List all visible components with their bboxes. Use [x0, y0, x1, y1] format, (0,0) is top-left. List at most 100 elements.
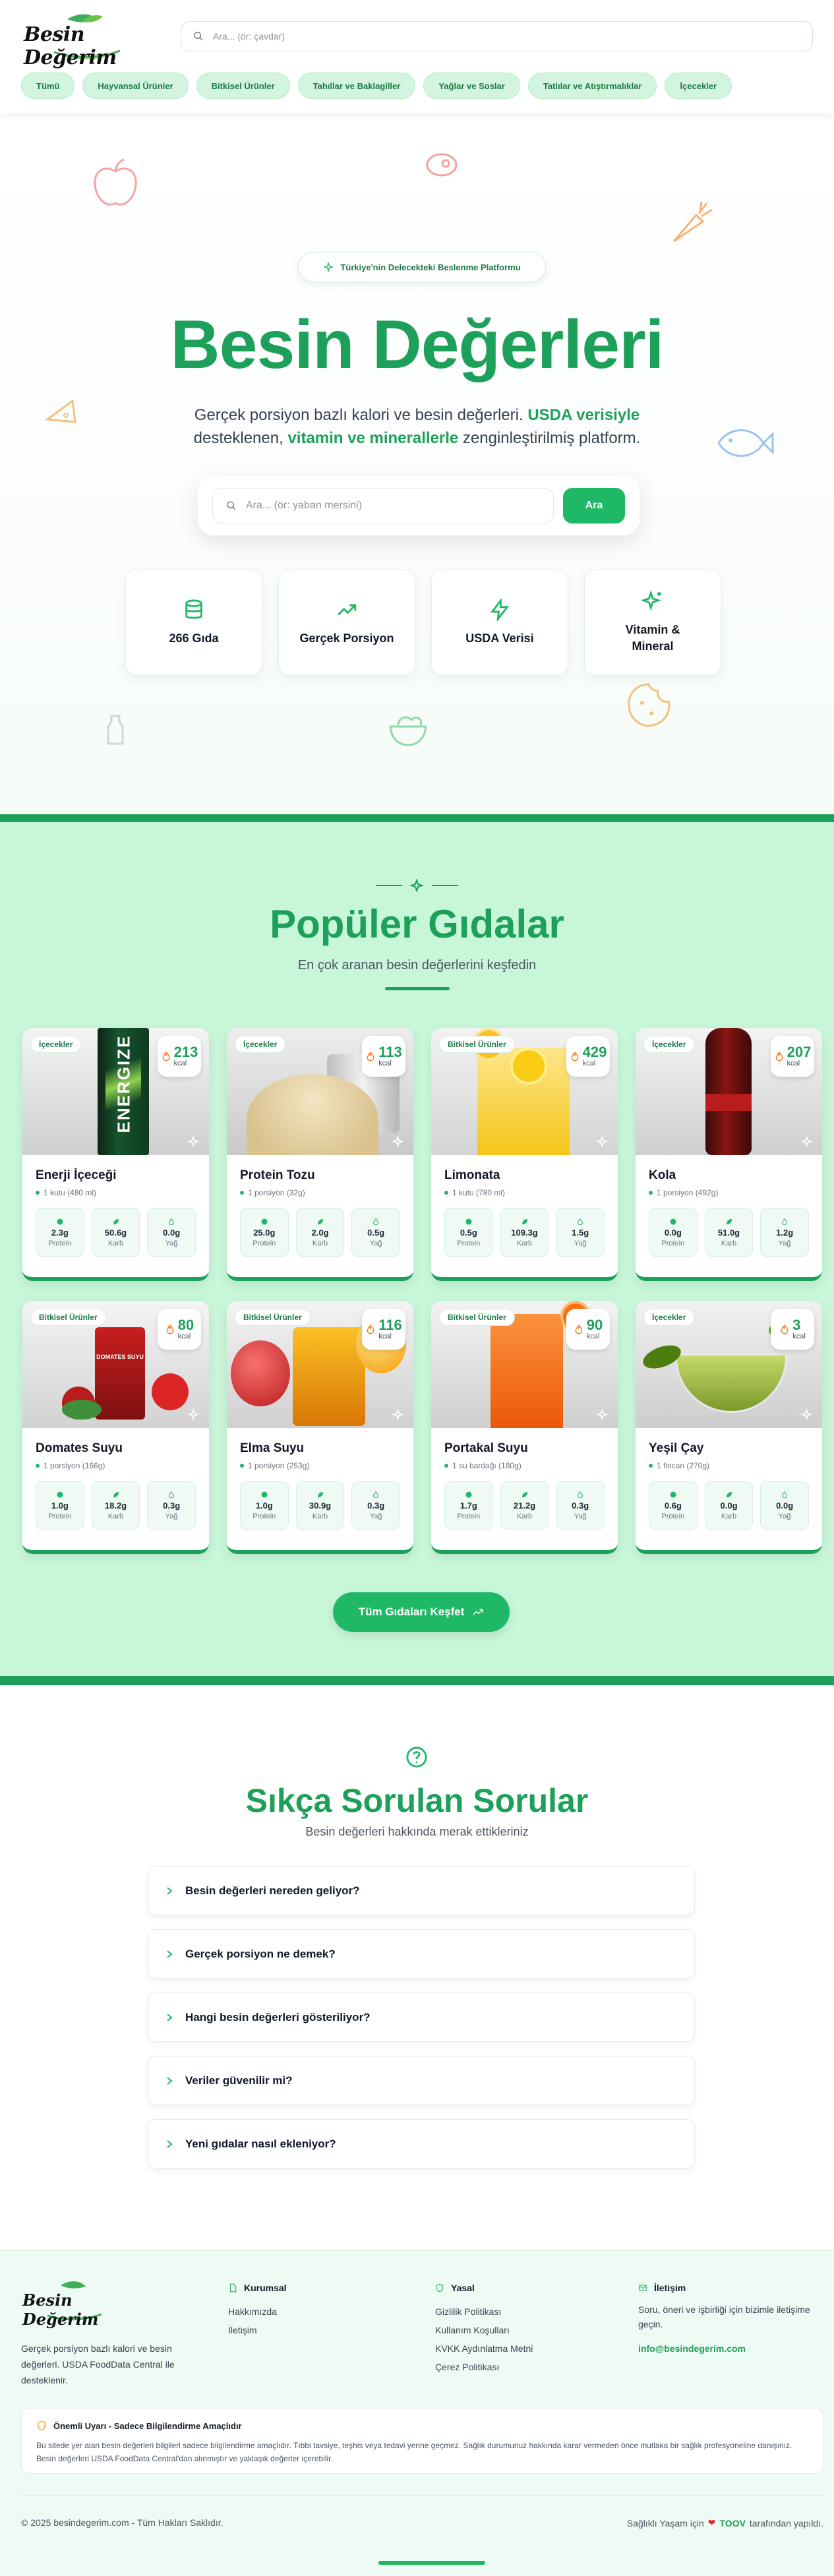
hero-search-button[interactable]: Ara	[563, 488, 625, 524]
category-chip-plant[interactable]: Bitkisel Ürünler	[196, 73, 290, 99]
flame-icon	[571, 1052, 578, 1062]
footer-link-cookies[interactable]: Çerez Politikası	[435, 2358, 533, 2376]
macro-label: Yağ	[369, 1512, 382, 1520]
footer-accent-bar	[378, 2561, 485, 2565]
macro-value: 1.7g	[460, 1500, 477, 1511]
food-card-orange-juice[interactable]: Bitkisel Ürünler 90 kcal Portakal Suyu 1 …	[431, 1301, 618, 1554]
faq-item[interactable]: Gerçek porsiyon ne demek?	[148, 1929, 695, 1979]
sparkle-icon	[188, 1408, 200, 1421]
macro-value: 0.6g	[664, 1500, 682, 1511]
food-portion: 1 su bardağı (180g)	[444, 1461, 605, 1470]
faq-item[interactable]: Yeni gıdalar nasıl ekleniyor?	[148, 2119, 695, 2169]
footer-col-title: Kurumsal	[244, 2283, 287, 2293]
macro-carb: 30.9g Karb	[295, 1481, 345, 1530]
drop-icon	[782, 1491, 788, 1498]
footer-link-privacy[interactable]: Gizlilik Politikası	[435, 2302, 533, 2321]
drop-icon	[578, 1491, 583, 1498]
made-by-brand-link[interactable]: TOOV	[720, 2518, 746, 2529]
macro-fat: 0.3g Yağ	[147, 1481, 196, 1530]
food-card-tomato-juice[interactable]: DOMATES SUYU Bitkisel Ürünler 80 kcal Dom…	[22, 1301, 209, 1554]
macro-protein: 1.7g Protein	[444, 1481, 493, 1530]
kcal-unit: kcal	[787, 1060, 800, 1067]
food-card-lemonade[interactable]: Bitkisel Ürünler 429 kcal Limonata 1 kutu…	[431, 1028, 618, 1281]
footer-logo[interactable]: Besin Değerim	[21, 2279, 127, 2329]
food-card-green-tea[interactable]: İçecekler 3 kcal Yeşil Çay 1 fincan (270g…	[636, 1301, 822, 1554]
protein-icon	[57, 1218, 63, 1224]
chevron-right-icon	[167, 2140, 173, 2148]
category-chip-grains[interactable]: Tahıllar ve Baklagiller	[297, 73, 416, 99]
faq-question: Hangi besin değerleri gösteriliyor?	[185, 2010, 371, 2023]
kcal-badge: 213 kcal	[158, 1036, 201, 1077]
footer-email-link[interactable]: info@besindegerim.com	[638, 2339, 823, 2358]
food-portion: 1 porsiyon (253g)	[240, 1461, 400, 1470]
portion-dot	[444, 1464, 448, 1468]
portion-dot	[36, 1464, 40, 1468]
header-search-input[interactable]: Ara... (ör: çavdar)	[181, 21, 813, 51]
category-chip-animal[interactable]: Hayvansal Ürünler	[82, 73, 189, 99]
footer-col-heading: Yasal	[435, 2283, 533, 2293]
food-card-apple-juice[interactable]: Bitkisel Ürünler 116 kcal Elma Suyu 1 por…	[227, 1301, 413, 1554]
food-card-energy-drink[interactable]: ENERGIZE İçecekler 213 kcal Enerji İçeceğ…	[22, 1028, 209, 1281]
macro-value: 1.0g	[51, 1500, 69, 1511]
food-card-protein-powder[interactable]: İçecekler 113 kcal Protein Tozu 1 porsiyo…	[227, 1028, 413, 1281]
footer-link-contact[interactable]: İletişim	[228, 2321, 287, 2339]
footer-link-terms[interactable]: Kullanım Koşulları	[435, 2321, 533, 2339]
macro-value: 51.0g	[717, 1227, 740, 1238]
fish-decoration-icon	[717, 429, 774, 457]
feature-label: 266 Gıda	[169, 631, 219, 645]
macro-row: 0.5g Protein 109.3g Karb 1.5g Yağ	[444, 1208, 605, 1257]
database-icon	[185, 599, 202, 618]
faq-item[interactable]: Veriler güvenilir mi?	[148, 2056, 695, 2105]
faq-item[interactable]: Besin değerleri nereden geliyor?	[148, 1866, 695, 1915]
category-chip-oils[interactable]: Yağlar ve Soslar	[423, 73, 520, 99]
category-chip-snacks[interactable]: Tatlılar ve Atıştırmalıklar	[527, 73, 657, 99]
food-name: Enerji İçeceği	[36, 1168, 117, 1182]
macro-protein: 0.5g Protein	[444, 1208, 493, 1257]
chevron-right-icon	[167, 1886, 173, 1895]
portion-dot	[444, 1191, 448, 1195]
flame-icon	[575, 1325, 583, 1334]
food-image: İçecekler 207 kcal	[636, 1028, 822, 1155]
category-chip-drinks[interactable]: İçecekler	[665, 73, 732, 99]
macro-value: 0.3g	[367, 1500, 385, 1511]
macro-value: 1.2g	[776, 1227, 794, 1238]
footer-link-about[interactable]: Hakkımızda	[228, 2302, 287, 2321]
food-card-cola[interactable]: İçecekler 207 kcal Kola 1 porsiyon (492g)…	[636, 1028, 822, 1281]
portion-text: 1 kutu (780 ml)	[452, 1188, 506, 1197]
category-chip-all[interactable]: Tümü	[21, 73, 75, 99]
macro-value: 0.3g	[163, 1500, 181, 1511]
feature-cards: 266 Gıda Gerçek Porsiyon USDA Verisi Vit…	[125, 570, 721, 675]
portion-text: 1 porsiyon (166g)	[44, 1461, 105, 1470]
leaf-icon	[726, 1218, 732, 1224]
sparkle-icon	[324, 262, 334, 272]
macro-value: 0.0g	[776, 1500, 794, 1511]
sparkle-icon	[597, 1135, 609, 1148]
food-image: ENERGIZE İçecekler 213 kcal	[22, 1028, 209, 1155]
footer-link-kvkk[interactable]: KVKK Aydınlatma Metni	[435, 2339, 533, 2358]
made-by: Sağlıklı Yaşam için ❤ TOOV tarafından ya…	[627, 2517, 823, 2529]
kcal-badge: 113 kcal	[362, 1036, 405, 1077]
hero-badge-text: Türkiye'nin Delecekteki Beslenme Platfor…	[340, 262, 521, 272]
hero-search-input[interactable]: Ara... (ör: yaban mersini)	[212, 488, 554, 524]
carrot-decoration-icon	[672, 201, 713, 243]
food-card-body: Limonata 1 kutu (780 ml) 0.5g Protein 109…	[431, 1155, 618, 1266]
section-divider-sparkle-icon	[376, 879, 458, 892]
header-top: Besin Değerim Ara... (ör: çavdar)	[0, 0, 834, 69]
macro-label: Yağ	[574, 1512, 587, 1520]
macro-value: 0.0g	[720, 1500, 738, 1511]
macro-protein: 0.0g Protein	[649, 1208, 698, 1257]
portion-dot	[649, 1464, 653, 1468]
macro-carb: 21.2g Karb	[500, 1481, 549, 1530]
logo[interactable]: Besin Değerim	[21, 10, 153, 69]
hero-title: Besin Değerleri	[170, 307, 665, 383]
sparkle-icon	[392, 1135, 404, 1148]
kcal-value: 213	[173, 1044, 198, 1060]
feature-card-vitamin: Vitamin & Mineral	[584, 570, 721, 675]
explore-all-button[interactable]: Tüm Gıdaları Keşfet	[333, 1592, 510, 1632]
faq-item[interactable]: Hangi besin değerleri gösteriliyor?	[148, 1992, 695, 2042]
sparkles-icon	[641, 590, 661, 611]
macro-row: 1.0g Protein 18.2g Karb 0.3g Yağ	[36, 1481, 196, 1530]
portion-dot	[240, 1464, 244, 1468]
popular-title: Popüler Gıdalar	[270, 902, 564, 946]
macro-label: Karb	[107, 1239, 124, 1247]
